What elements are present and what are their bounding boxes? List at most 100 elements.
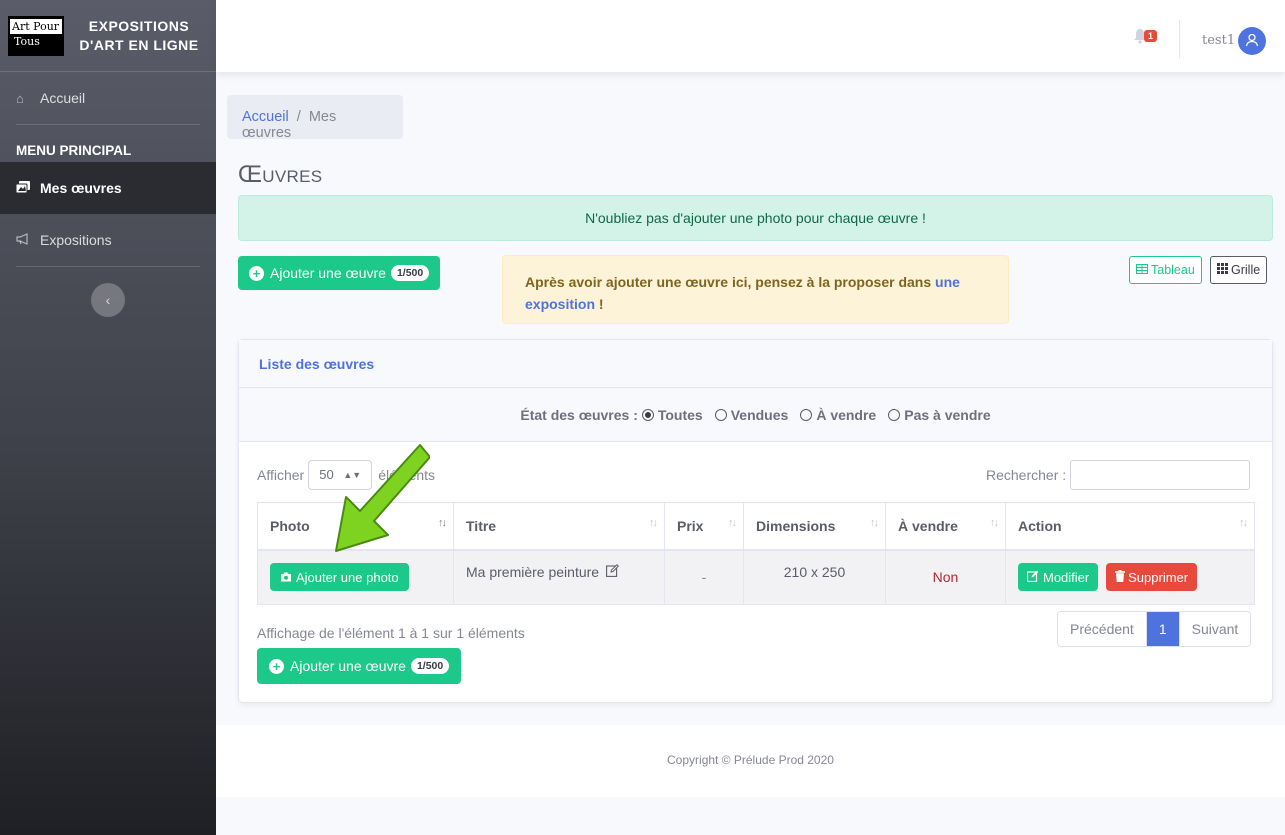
col-action[interactable]: Action ↑↓ [1005,502,1255,551]
radio-toutes[interactable] [641,408,654,421]
filter-toutes[interactable]: Toutes [641,407,703,423]
sidebar-item-accueil[interactable]: ⌂ Accueil [0,72,216,124]
warning-text: Après avoir ajouter une œuvre ici, pense… [525,274,936,290]
cell-dimensions: 210 x 250 [743,549,886,605]
search-input[interactable] [1070,460,1251,490]
logo-line2: Tous [14,34,40,48]
cell-price: - [664,549,744,605]
artwork-title: Ma première peinture [466,563,600,580]
pagination-page-1[interactable]: 1 [1146,612,1180,646]
col-a-vendre[interactable]: À vendre ↑↓ [885,502,1006,551]
col-dimensions[interactable]: Dimensions ↑↓ [743,502,886,551]
filter-pas-a-vendre[interactable]: Pas à vendre [888,406,991,423]
sidebar-toggle-button[interactable]: ‹ [91,283,125,317]
edit-icon [1026,570,1039,585]
show-prefix: Afficher [257,467,305,483]
radio-a-vendre[interactable] [800,408,813,421]
sidebar-item-expositions[interactable]: Expositions [0,214,216,266]
view-table-button[interactable]: Tableau [1129,256,1202,284]
col-photo-label: Photo [270,517,310,534]
page-length-select[interactable]: 50 ▲▼ [308,460,373,490]
brand[interactable]: Art Pour Tous EXPOSITIONS D'ART EN LIGNE [0,0,216,72]
show-suffix: éléments [378,467,436,483]
breadcrumb: Accueil / Mes œuvres [227,95,403,141]
user-name[interactable]: test1 [1202,33,1235,48]
view-grid-label: Grille [1231,263,1261,277]
sidebar-item-label: Expositions [40,232,112,248]
breadcrumb-home-link[interactable]: Accueil [242,109,289,125]
filter-a-vendre[interactable]: À vendre [800,407,876,423]
pagination-next[interactable]: Suivant [1179,612,1251,646]
cell-title: Ma première peinture [453,549,665,605]
sidebar-item-label: Mes œuvres [40,180,122,196]
sort-icon: ↑↓ [438,517,447,529]
sort-icon: ↑↓ [649,517,658,529]
radio-vendues[interactable] [714,408,727,421]
user-icon [1245,33,1259,50]
warning-alert: Après avoir ajouter une œuvre ici, pense… [502,255,1009,324]
edit-button[interactable]: Modifier [1018,563,1099,592]
chevron-left-icon: ‹ [105,292,111,308]
logo-line1: Art Pour [10,18,62,34]
sort-icon: ↑↓ [728,517,737,529]
pagination: Précédent 1 Suivant [1057,611,1252,647]
page-length-value: 50 [319,467,334,482]
artwork-count-badge: 1/500 [410,658,450,674]
add-artwork-bottom-button[interactable]: + Ajouter une œuvre 1/500 [257,648,462,684]
select-arrows-icon: ▲▼ [343,470,362,480]
search-label: Rechercher : [986,467,1067,483]
filter-a-vendre-label: À vendre [816,406,877,423]
col-titre-label: Titre [466,517,497,534]
add-photo-button[interactable]: Ajouter une photo [270,563,409,592]
add-artwork-label: Ajouter une œuvre [290,658,406,674]
state-filter: État des œuvres : Toutes Vendues À vendr… [239,388,1272,442]
delete-label: Supprimer [1128,569,1189,585]
sidebar: Art Pour Tous EXPOSITIONS D'ART EN LIGNE… [0,0,216,835]
plus-circle-icon: + [269,658,284,674]
edit-icon[interactable] [606,563,619,580]
page-title: Œuvres [238,161,323,188]
brand-logo: Art Pour Tous [8,15,64,56]
col-photo[interactable]: Photo ↑↓ [257,502,454,551]
table-header-row: Photo ↑↓ Titre ↑↓ Prix ↑↓ Dimensions ↑↓ À ve… [257,502,1255,551]
info-alert: N'oubliez pas d'ajouter une photo pour c… [238,195,1273,241]
pagination-previous[interactable]: Précédent [1058,612,1147,646]
avatar[interactable] [1238,27,1266,55]
images-icon [15,180,34,196]
edit-label: Modifier [1043,569,1090,585]
filter-pas-a-vendre-label: Pas à vendre [904,406,991,423]
bullhorn-icon [16,232,34,248]
sidebar-item-label: Accueil [40,90,86,106]
table-info: Affichage de l'élément 1 à 1 sur 1 éléme… [257,625,525,641]
sort-icon: ↑↓ [990,517,999,529]
plus-circle-icon: + [249,265,264,281]
search-control: Rechercher : [986,460,1251,490]
cell-photo: Ajouter une photo [257,549,454,605]
artwork-count-badge: 1/500 [390,265,430,281]
view-grid-button[interactable]: Grille [1210,256,1268,284]
radio-pas-a-vendre[interactable] [888,408,901,421]
breadcrumb-separator: / [296,109,301,125]
filter-vendues[interactable]: Vendues [714,407,788,423]
add-artwork-label: Ajouter une œuvre [270,265,386,281]
col-titre[interactable]: Titre ↑↓ [453,502,665,551]
col-a-vendre-label: À vendre [898,517,958,534]
grid-icon [1217,263,1228,277]
cell-actions: Modifier Supprimer [1005,549,1255,605]
brand-text: EXPOSITIONS D'ART EN LIGNE [79,17,199,53]
sidebar-item-mes-oeuvres[interactable]: Mes œuvres [0,162,216,214]
home-icon: ⌂ [16,90,24,106]
col-prix[interactable]: Prix ↑↓ [664,502,744,551]
delete-button[interactable]: Supprimer [1106,563,1198,592]
add-artwork-button[interactable]: + Ajouter une œuvre 1/500 [238,256,441,290]
warning-end: ! [595,296,604,312]
notification-badge: 1 [1144,30,1158,42]
cell-for-sale: Non [885,549,1006,605]
filter-label: État des œuvres : [520,406,638,423]
sort-icon: ↑↓ [1239,517,1248,529]
sort-icon: ↑↓ [870,517,879,529]
sidebar-heading: MENU PRINCIPAL [16,143,132,158]
footer: Copyright © Prélude Prod 2020 [216,725,1285,797]
artworks-table: Photo ↑↓ Titre ↑↓ Prix ↑↓ Dimensions ↑↓ À ve… [257,502,1255,605]
table-icon [1136,263,1148,277]
